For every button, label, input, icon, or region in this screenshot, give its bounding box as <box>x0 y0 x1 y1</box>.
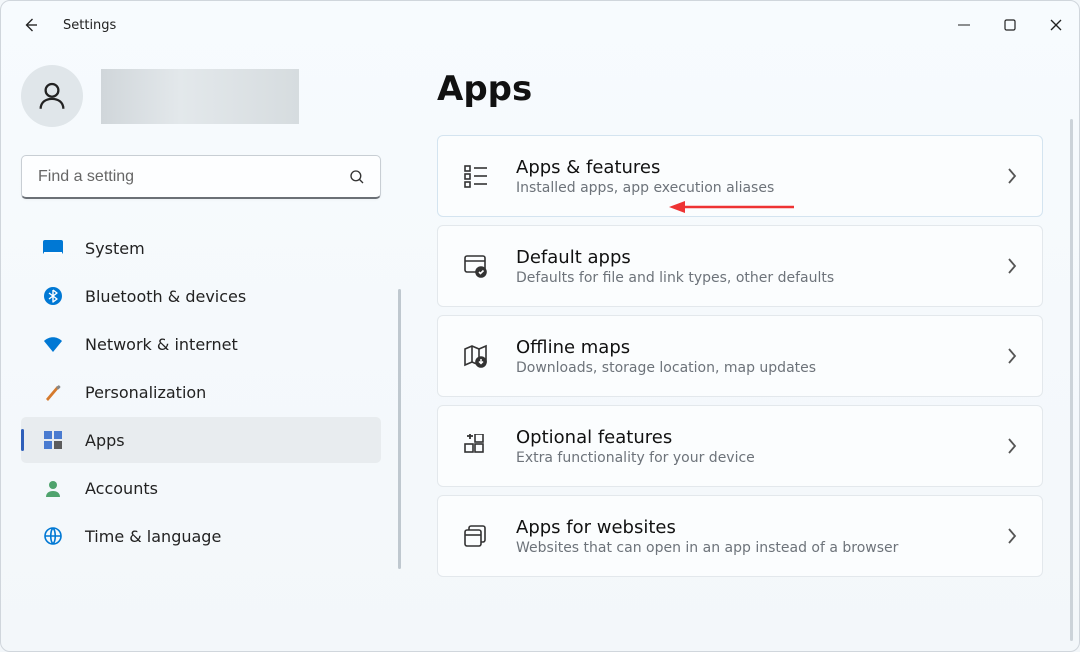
card-title: Apps & features <box>516 157 1006 178</box>
sidebar-item-label: Apps <box>85 431 125 450</box>
card-subtitle: Extra functionality for your device <box>516 450 1006 466</box>
user-profile[interactable] <box>21 65 381 127</box>
maps-icon <box>462 344 490 368</box>
title-bar: Settings <box>1 1 1079 49</box>
optional-features-icon <box>462 434 490 458</box>
avatar <box>21 65 83 127</box>
card-apps-features[interactable]: Apps & features Installed apps, app exec… <box>437 135 1043 217</box>
minimize-button[interactable] <box>941 5 987 45</box>
card-title: Optional features <box>516 427 1006 448</box>
card-optional-features[interactable]: Optional features Extra functionality fo… <box>437 405 1043 487</box>
settings-window: Settings <box>0 0 1080 652</box>
system-icon <box>43 238 63 258</box>
chevron-right-icon <box>1006 167 1018 185</box>
chevron-right-icon <box>1006 257 1018 275</box>
page-title: Apps <box>437 69 1043 109</box>
maximize-button[interactable] <box>987 5 1033 45</box>
wifi-icon <box>43 334 63 354</box>
brush-icon <box>43 382 63 402</box>
default-apps-icon <box>462 254 490 278</box>
card-title: Apps for websites <box>516 517 1006 538</box>
sidebar-item-system[interactable]: System <box>21 225 381 271</box>
nav-list: System Bluetooth & devices Network & int… <box>21 225 381 559</box>
card-apps-for-websites[interactable]: Apps for websites Websites that can open… <box>437 495 1043 577</box>
card-subtitle: Installed apps, app execution aliases <box>516 180 1006 196</box>
user-name-redacted <box>101 69 299 124</box>
sidebar-item-label: Personalization <box>85 383 206 402</box>
apps-features-icon <box>462 164 490 188</box>
back-button[interactable] <box>11 1 51 49</box>
sidebar-item-accounts[interactable]: Accounts <box>21 465 381 511</box>
apps-icon <box>43 430 63 450</box>
chevron-right-icon <box>1006 347 1018 365</box>
sidebar-item-label: Accounts <box>85 479 158 498</box>
globe-icon <box>43 526 63 546</box>
search-input[interactable] <box>21 155 381 199</box>
main-content: Apps Apps & features Installed apps, app… <box>401 49 1079 651</box>
sidebar-item-label: Network & internet <box>85 335 238 354</box>
window-controls <box>941 5 1079 45</box>
sidebar: System Bluetooth & devices Network & int… <box>1 49 401 651</box>
sidebar-item-label: System <box>85 239 145 258</box>
sidebar-item-label: Bluetooth & devices <box>85 287 246 306</box>
accounts-icon <box>43 478 63 498</box>
card-title: Offline maps <box>516 337 1006 358</box>
bluetooth-icon <box>43 286 63 306</box>
apps-websites-icon <box>462 524 490 548</box>
search-icon <box>348 168 366 186</box>
sidebar-item-network[interactable]: Network & internet <box>21 321 381 367</box>
main-scrollbar[interactable] <box>1070 119 1073 641</box>
sidebar-item-apps[interactable]: Apps <box>21 417 381 463</box>
card-offline-maps[interactable]: Offline maps Downloads, storage location… <box>437 315 1043 397</box>
card-subtitle: Downloads, storage location, map updates <box>516 360 1006 376</box>
sidebar-item-time-language[interactable]: Time & language <box>21 513 381 559</box>
close-button[interactable] <box>1033 5 1079 45</box>
chevron-right-icon <box>1006 437 1018 455</box>
card-subtitle: Websites that can open in an app instead… <box>516 540 1006 556</box>
sidebar-item-bluetooth[interactable]: Bluetooth & devices <box>21 273 381 319</box>
search-field[interactable] <box>36 167 348 187</box>
card-default-apps[interactable]: Default apps Defaults for file and link … <box>437 225 1043 307</box>
window-title: Settings <box>63 18 116 33</box>
sidebar-item-label: Time & language <box>85 527 221 546</box>
settings-cards: Apps & features Installed apps, app exec… <box>437 135 1043 577</box>
card-subtitle: Defaults for file and link types, other … <box>516 270 1006 286</box>
chevron-right-icon <box>1006 527 1018 545</box>
sidebar-item-personalization[interactable]: Personalization <box>21 369 381 415</box>
card-title: Default apps <box>516 247 1006 268</box>
